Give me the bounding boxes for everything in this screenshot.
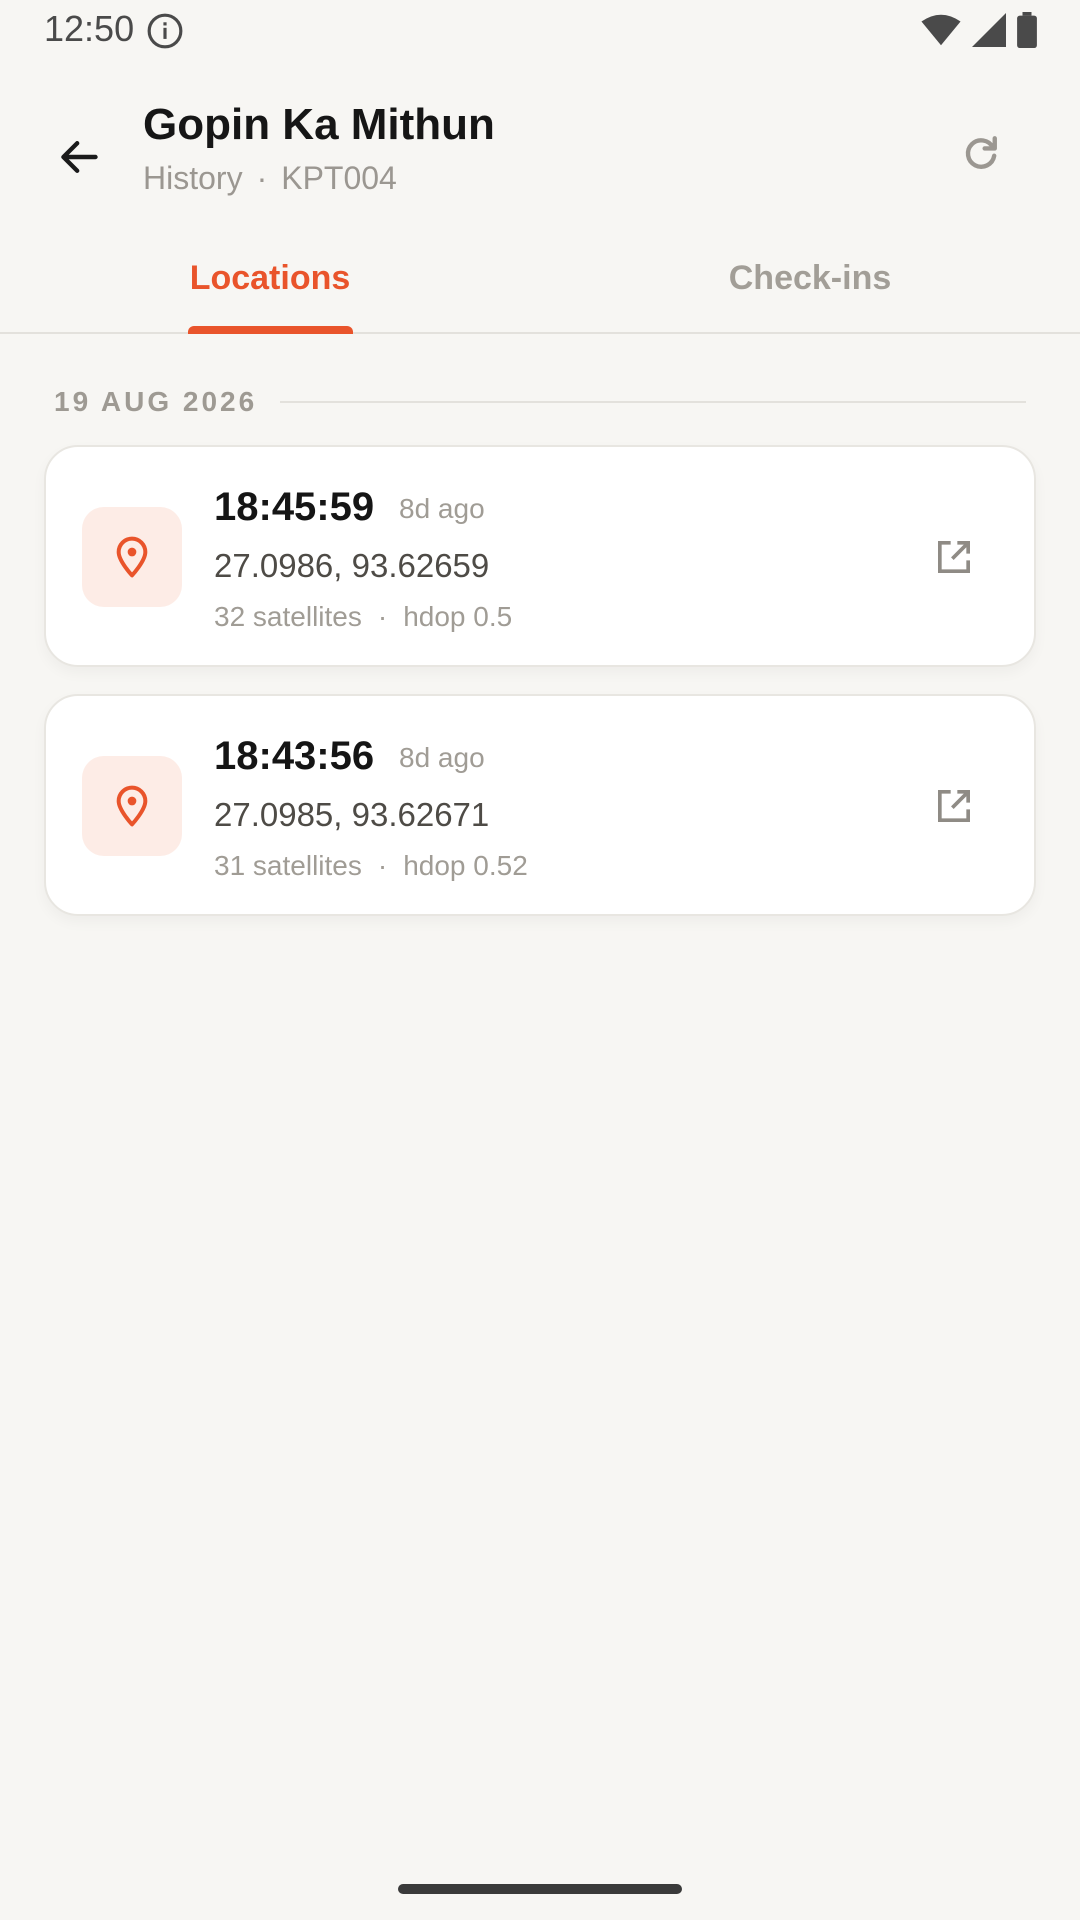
home-indicator[interactable]	[398, 1884, 682, 1894]
open-external-icon	[938, 541, 970, 573]
open-external-button[interactable]	[922, 525, 986, 589]
satellites-count: 31 satellites	[214, 850, 362, 881]
subtitle-id: KPT004	[281, 160, 397, 196]
hdop-value: hdop 0.52	[403, 850, 528, 881]
app-bar: Gopin Ka Mithun History · KPT004	[0, 64, 1080, 224]
section-divider	[280, 401, 1026, 403]
location-meta: 32 satellites · hdop 0.5	[214, 601, 512, 633]
location-time: 18:43:56	[214, 734, 375, 778]
location-coordinates: 27.0985, 93.62671	[214, 796, 490, 833]
location-card[interactable]: 18:43:56 8d ago 27.0985, 93.62671 31 sat…	[44, 694, 1036, 916]
back-button[interactable]	[44, 122, 114, 192]
battery-icon	[1016, 11, 1038, 53]
status-icons	[920, 11, 1038, 53]
history-screen: 12:50 Gopin Ka Mithun History · KPT004 L…	[0, 0, 1080, 1920]
hdop-value: hdop 0.5	[403, 601, 513, 632]
tab-bar: Locations Check-ins	[0, 224, 1080, 334]
subtitle-separator: ·	[256, 160, 268, 196]
tab-locations[interactable]: Locations	[0, 224, 540, 332]
open-external-button[interactable]	[922, 774, 986, 838]
info-icon	[146, 12, 184, 50]
subtitle-section: History	[143, 160, 243, 196]
section-date-header: 19 AUG 2026	[54, 386, 258, 417]
refresh-icon	[965, 136, 997, 169]
active-tab-indicator	[188, 326, 353, 334]
meta-separator: ·	[377, 601, 388, 632]
page-subtitle: History · KPT004	[143, 160, 397, 197]
satellites-count: 32 satellites	[214, 601, 362, 632]
meta-separator: ·	[377, 850, 388, 881]
page-title: Gopin Ka Mithun	[143, 100, 495, 149]
location-coordinates: 27.0986, 93.62659	[214, 547, 490, 584]
location-card[interactable]: 18:45:59 8d ago 27.0986, 93.62659 32 sat…	[44, 445, 1036, 667]
open-external-icon	[938, 790, 970, 822]
refresh-button[interactable]	[946, 118, 1016, 188]
location-pin-icon	[82, 756, 182, 856]
location-relative-time: 8d ago	[399, 742, 485, 773]
tab-check-ins[interactable]: Check-ins	[540, 224, 1080, 332]
signal-icon	[972, 12, 1006, 52]
location-meta: 31 satellites · hdop 0.52	[214, 850, 528, 882]
location-relative-time: 8d ago	[399, 493, 485, 524]
status-time: 12:50	[44, 8, 135, 49]
wifi-icon	[920, 13, 962, 52]
location-time: 18:45:59	[214, 485, 375, 529]
arrow-back-icon	[61, 141, 98, 173]
location-pin-icon	[82, 507, 182, 607]
status-bar: 12:50	[0, 0, 1080, 64]
